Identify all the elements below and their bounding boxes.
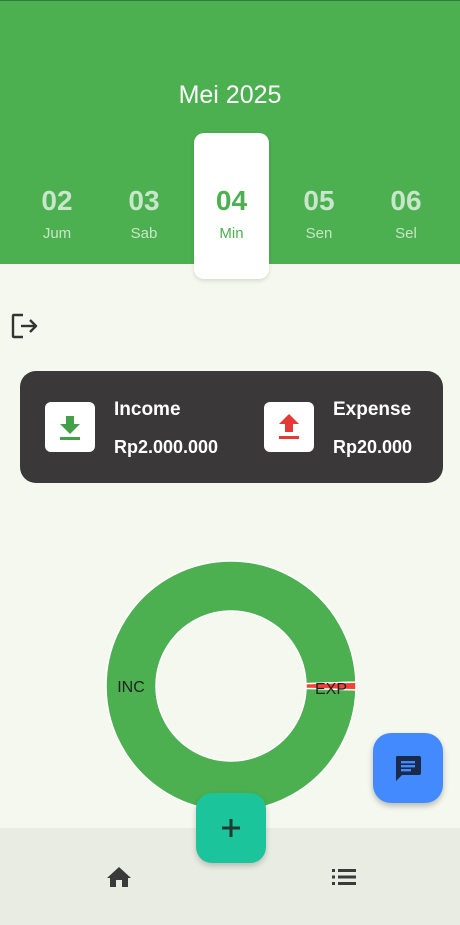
list-icon xyxy=(332,869,356,885)
chat-icon xyxy=(396,756,421,781)
expense-value: Rp20.000 xyxy=(333,437,413,457)
date-weekday: Sel xyxy=(395,225,417,242)
date-header: Mei 2025 02 Jum 03 Sab 04 Min 05 Sen 06 … xyxy=(0,0,460,279)
home-icon xyxy=(107,867,131,887)
date-weekday: Sen xyxy=(305,225,333,242)
nav-list-button[interactable] xyxy=(329,864,359,890)
date-number: 02 xyxy=(41,185,73,216)
income-value: Rp2.000.000 xyxy=(114,437,219,457)
date-item-02[interactable]: 02 Jum xyxy=(19,133,95,279)
date-strip: 02 Jum 03 Sab 04 Min 05 Sen 06 Sel xyxy=(0,133,460,279)
chat-fab-button[interactable] xyxy=(373,733,443,803)
upload-icon xyxy=(279,414,299,439)
date-item-03[interactable]: 03 Sab xyxy=(106,133,182,279)
plus-icon xyxy=(222,819,240,837)
date-weekday: Min xyxy=(219,225,244,242)
nav-home-button[interactable] xyxy=(104,864,134,890)
income-label: Income xyxy=(114,399,181,420)
logout-icon xyxy=(11,313,38,339)
expense-icon-box xyxy=(264,402,314,452)
date-number: 03 xyxy=(128,185,160,216)
donut-label-expense: EXP xyxy=(315,681,347,698)
expense-label: Expense xyxy=(333,399,412,420)
date-number: 06 xyxy=(390,185,422,216)
date-item-06[interactable]: 06 Sel xyxy=(368,133,444,279)
summary-card: Income Rp2.000.000 Expense Rp20.000 xyxy=(20,371,443,483)
income-expense-donut-chart: INC EXP xyxy=(105,560,357,812)
month-title[interactable]: Mei 2025 xyxy=(0,81,460,110)
date-weekday: Jum xyxy=(42,225,72,242)
download-icon xyxy=(60,416,80,440)
date-item-05[interactable]: 05 Sen xyxy=(281,133,357,279)
date-weekday: Sab xyxy=(130,225,158,242)
donut-label-income: INC xyxy=(117,679,145,696)
date-number: 04 xyxy=(215,185,248,216)
date-number: 05 xyxy=(303,185,335,216)
date-item-04-selected[interactable]: 04 Min xyxy=(194,133,269,279)
logout-button[interactable] xyxy=(10,312,40,340)
income-icon-box xyxy=(45,402,95,452)
add-transaction-button[interactable] xyxy=(196,793,266,863)
